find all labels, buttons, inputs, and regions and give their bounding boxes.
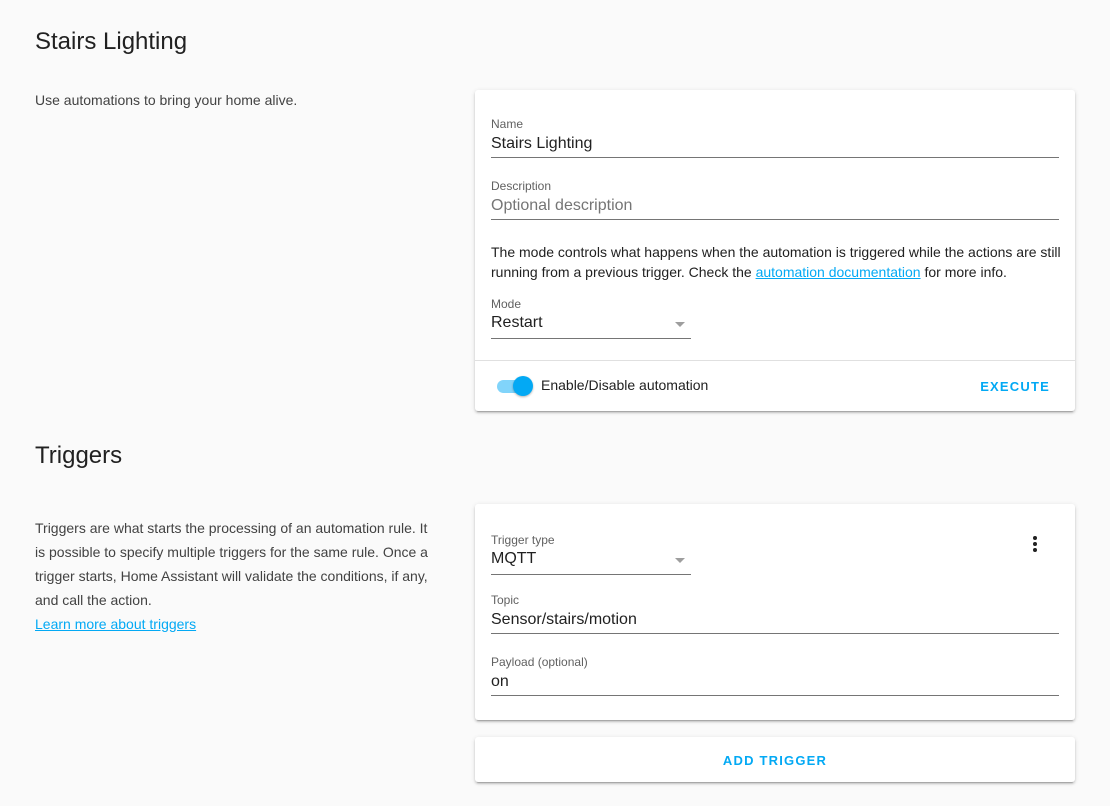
name-input[interactable] (491, 132, 1059, 158)
trigger-type-label: Trigger type (491, 533, 555, 547)
topic-field: Topic (491, 592, 1059, 634)
trigger-type-select[interactable]: Trigger type MQTT (491, 532, 691, 575)
payload-label: Payload (optional) (491, 655, 588, 669)
triggers-description: Triggers are what starts the processing … (35, 520, 428, 608)
mode-label: Mode (491, 297, 522, 311)
toggle-label: Enable/Disable automation (541, 377, 709, 393)
triggers-intro: Triggers are what starts the processing … (35, 516, 435, 636)
learn-more-triggers-link[interactable]: Learn more about triggers (35, 616, 196, 632)
more-options-icon[interactable] (1025, 534, 1045, 554)
description-field: Description (491, 178, 1059, 220)
enable-toggle[interactable] (495, 376, 533, 396)
mode-explanation: The mode controls what happens when the … (491, 242, 1061, 282)
description-input[interactable] (491, 194, 1059, 220)
trigger-type-dropdown[interactable]: MQTT (491, 548, 691, 575)
dropdown-arrow-icon (675, 558, 685, 563)
mode-select[interactable]: Mode Restart (491, 296, 691, 339)
add-trigger-button[interactable]: ADD TRIGGER (475, 753, 1075, 768)
name-label: Name (491, 117, 524, 131)
triggers-title: Triggers (35, 442, 123, 469)
execute-button[interactable]: EXECUTE (980, 379, 1050, 394)
payload-field: Payload (optional) (491, 654, 1059, 696)
description-label: Description (491, 179, 552, 193)
add-trigger-card: ADD TRIGGER (475, 737, 1075, 782)
payload-input[interactable] (491, 670, 1059, 696)
dropdown-arrow-icon (675, 322, 685, 327)
automation-documentation-link[interactable]: automation documentation (756, 264, 921, 280)
trigger-card: Trigger type MQTT Topic Payload (optiona… (475, 504, 1075, 720)
mode-dropdown[interactable]: Restart (491, 312, 691, 339)
mode-text-after: for more info. (920, 264, 1007, 280)
page-title: Stairs Lighting (35, 28, 188, 55)
name-field: Name (491, 116, 1059, 158)
mode-value: Restart (491, 314, 543, 331)
trigger-type-value: MQTT (491, 550, 537, 567)
automation-card-actions: Enable/Disable automation EXECUTE (475, 360, 1075, 411)
topic-input[interactable] (491, 608, 1059, 634)
toggle-thumb (513, 376, 533, 396)
automation-intro: Use automations to bring your home alive… (35, 92, 298, 108)
automation-card: Name Description The mode controls what … (475, 90, 1075, 411)
topic-label: Topic (491, 593, 520, 607)
